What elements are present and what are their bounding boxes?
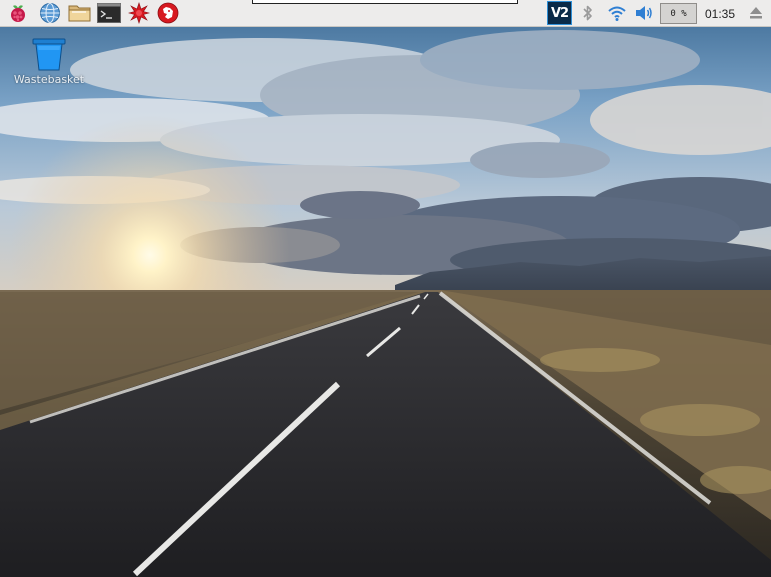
- wallpaper: [0, 0, 771, 577]
- wolfram-button[interactable]: [156, 2, 180, 24]
- vnc-server-tray-icon[interactable]: V2: [547, 1, 572, 25]
- eject-tray-button[interactable]: [745, 2, 767, 24]
- cpu-usage-monitor[interactable]: 0 %: [660, 3, 697, 24]
- bluetooth-icon: [583, 5, 592, 21]
- eject-icon: [750, 7, 762, 19]
- window-task-list[interactable]: [252, 0, 518, 4]
- terminal-icon: [97, 3, 121, 23]
- cpu-usage-value: 0 %: [670, 8, 687, 19]
- raspberry-pi-icon: [11, 5, 25, 22]
- vnc-label: V2: [550, 5, 569, 21]
- wastebasket-label: Wastebasket: [13, 73, 85, 86]
- math-kernel-button[interactable]: [127, 2, 151, 24]
- wifi-tray-button[interactable]: [605, 2, 629, 24]
- taskbar: V2 0 % 01:35: [0, 0, 771, 27]
- globe-icon: [40, 3, 60, 23]
- web-browser-button[interactable]: [38, 2, 62, 24]
- desktop: Wastebasket V2 0 % 01:35: [0, 0, 771, 577]
- terminal-button[interactable]: [97, 2, 121, 24]
- red-star-icon: [128, 2, 150, 24]
- clock[interactable]: 01:35: [703, 6, 737, 22]
- wolf-icon: [157, 2, 179, 24]
- raspberry-menu-button[interactable]: [6, 2, 30, 24]
- speaker-icon: [636, 6, 652, 20]
- volume-tray-button[interactable]: [632, 2, 656, 24]
- wastebasket-desktop-icon[interactable]: Wastebasket: [8, 36, 90, 92]
- folder-icon: [68, 5, 91, 22]
- wifi-icon: [608, 6, 626, 21]
- bluetooth-tray-button[interactable]: [578, 2, 598, 24]
- file-manager-button[interactable]: [68, 2, 92, 24]
- wastebasket-icon: [32, 38, 66, 71]
